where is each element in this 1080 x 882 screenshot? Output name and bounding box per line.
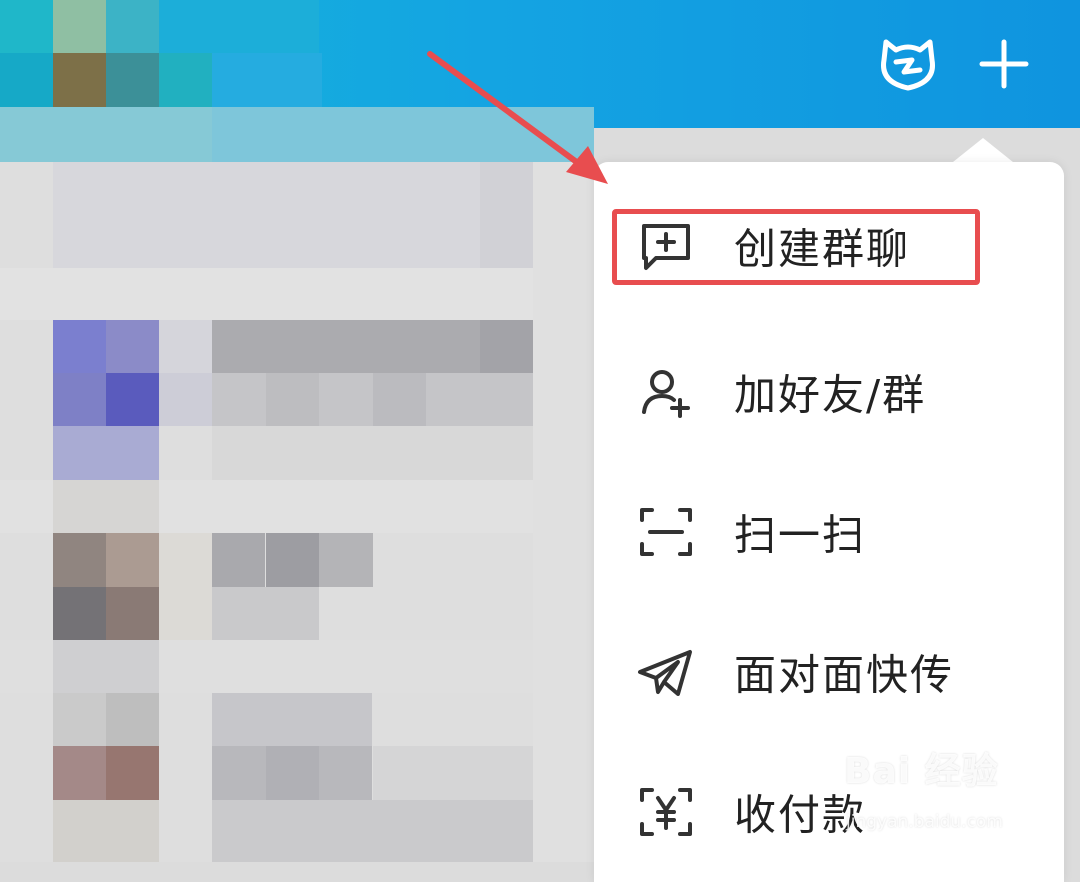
menu-item-face-to-face[interactable]: 面对面快传	[594, 612, 1064, 732]
watermark-brand: Bai 经验	[844, 751, 999, 792]
menu-item-label: 面对面快传	[734, 650, 955, 700]
add-user-icon	[642, 370, 690, 418]
menu-item-label: 扫一扫	[734, 510, 867, 560]
menu-item-scan[interactable]: 扫一扫	[594, 472, 1064, 592]
watermark-url: jingyan.baidu.com	[846, 812, 1003, 832]
menu-item-label: 加好友/群	[734, 370, 927, 420]
cat-face-icon[interactable]	[876, 32, 940, 94]
plus-icon[interactable]	[978, 38, 1030, 90]
yuan-scan-icon	[640, 788, 692, 836]
menu-item-add-friend[interactable]: 加好友/群	[594, 332, 1064, 452]
highlight-box	[612, 209, 980, 285]
baidu-watermark: Bai 经验 jingyan.baidu.com	[832, 736, 1072, 846]
paper-plane-icon	[638, 650, 692, 696]
scan-icon	[640, 508, 692, 556]
